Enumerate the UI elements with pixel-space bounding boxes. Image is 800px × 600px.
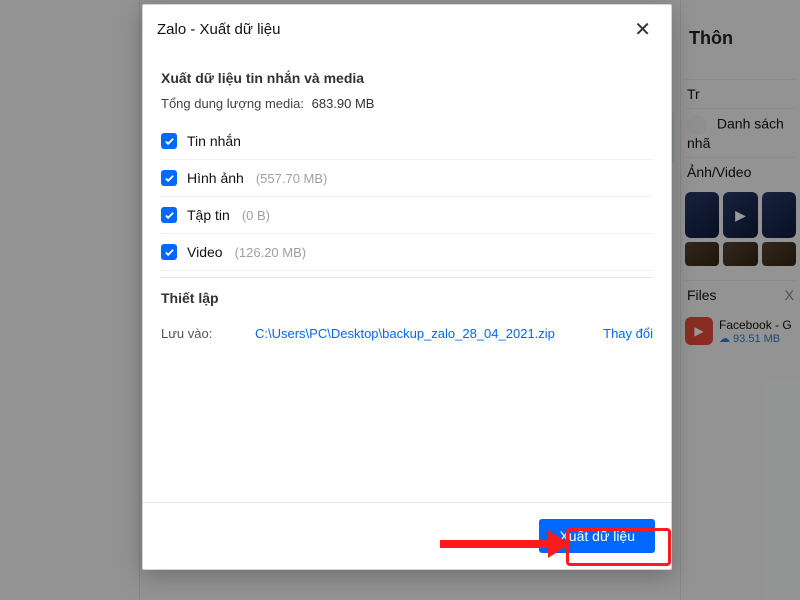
modal-title: Zalo - Xuất dữ liệu xyxy=(157,21,280,38)
close-icon[interactable]: ✕ xyxy=(628,15,657,44)
export-data-modal: Zalo - Xuất dữ liệu ✕ Xuất dữ liệu tin n… xyxy=(142,4,672,570)
checkbox-checked-icon[interactable] xyxy=(161,244,177,260)
section-title: Thiết lập xyxy=(161,290,653,306)
export-button[interactable]: Xuất dữ liệu xyxy=(539,519,655,553)
section-title: Xuất dữ liệu tin nhắn và media xyxy=(161,70,653,86)
option-size: (557.70 MB) xyxy=(256,171,328,186)
option-row[interactable]: Tập tin (0 B) xyxy=(161,197,653,234)
save-path: C:\Users\PC\Desktop\backup_zalo_28_04_20… xyxy=(255,326,571,341)
modal-body: Xuất dữ liệu tin nhắn và media Tổng dung… xyxy=(143,54,671,502)
option-label: Tập tin xyxy=(187,207,230,223)
save-path-row: Lưu vào: C:\Users\PC\Desktop\backup_zalo… xyxy=(161,316,653,351)
checkbox-checked-icon[interactable] xyxy=(161,170,177,186)
modal-header: Zalo - Xuất dữ liệu ✕ xyxy=(143,5,671,54)
option-label: Tin nhắn xyxy=(187,133,241,149)
option-row[interactable]: Hình ảnh (557.70 MB) xyxy=(161,160,653,197)
checkbox-checked-icon[interactable] xyxy=(161,133,177,149)
option-label: Hình ảnh xyxy=(187,170,244,186)
total-label: Tổng dung lượng media: xyxy=(161,96,304,111)
total-value: 683.90 MB xyxy=(312,96,375,111)
change-path-link[interactable]: Thay đổi xyxy=(595,326,653,341)
total-size: Tổng dung lượng media: 683.90 MB xyxy=(161,96,653,111)
option-size: (0 B) xyxy=(242,208,270,223)
option-label: Video xyxy=(187,244,223,260)
option-size: (126.20 MB) xyxy=(235,245,307,260)
modal-footer: Xuất dữ liệu xyxy=(143,502,671,569)
save-label: Lưu vào: xyxy=(161,326,231,341)
checkbox-checked-icon[interactable] xyxy=(161,207,177,223)
option-row[interactable]: Video (126.20 MB) xyxy=(161,234,653,271)
option-row[interactable]: Tin nhắn xyxy=(161,123,653,160)
divider xyxy=(161,277,653,278)
